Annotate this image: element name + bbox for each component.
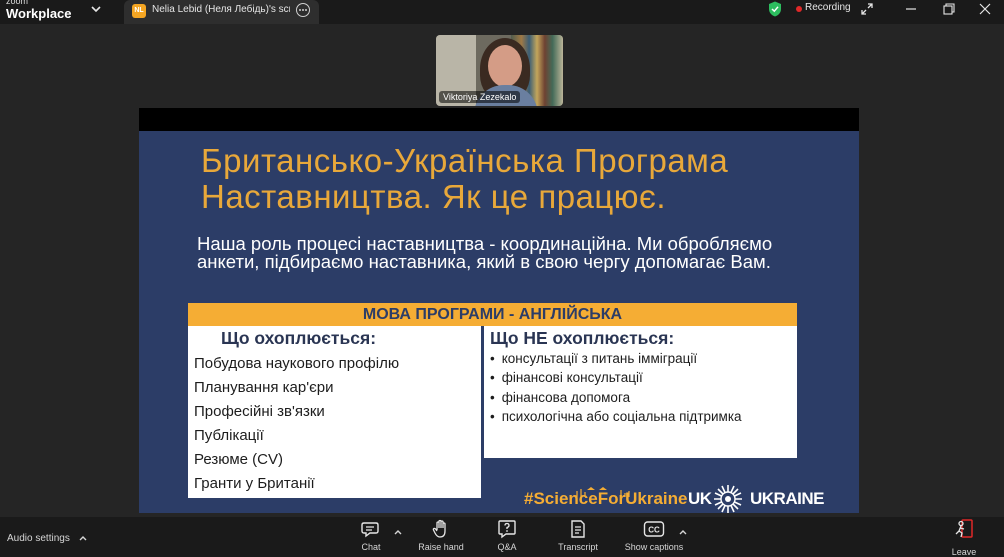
presenter-avatar: NL	[132, 4, 146, 18]
list-item: консультації з питань імміграції	[490, 351, 742, 370]
list-item: Публікації	[194, 427, 264, 444]
list-item: фінансова допомога	[490, 390, 742, 409]
share-letterbox	[139, 108, 859, 132]
leave-icon	[955, 519, 973, 538]
close-icon[interactable]	[978, 2, 992, 16]
chevron-up-icon[interactable]	[78, 533, 88, 543]
language-banner: МОВА ПРОГРАМИ - АНГЛІЙСЬКА	[188, 303, 797, 326]
qa-icon	[498, 520, 516, 539]
covered-list: Побудова наукового профілю Планування ка…	[194, 354, 399, 498]
app-brand: zoom Workplace	[6, 0, 72, 20]
chevron-up-icon[interactable]	[678, 527, 688, 537]
list-item: Гранти у Британії	[194, 475, 315, 492]
chat-icon	[361, 522, 379, 538]
not-covered-list: консультації з питань імміграції фінансо…	[490, 351, 742, 428]
transcript-button[interactable]: Transcript	[548, 519, 608, 553]
slide-title: Британсько-Українська Програма Наставниц…	[201, 143, 841, 215]
restore-icon[interactable]	[942, 2, 956, 16]
shield-check-icon[interactable]	[768, 1, 782, 17]
more-options-icon[interactable]	[296, 3, 310, 17]
list-item: фінансові консультації	[490, 370, 742, 389]
shared-slide: Британсько-Українська Програма Наставниц…	[139, 131, 859, 513]
screen-share-tab[interactable]: NL Nelia Lebid (Неля Лебідь)'s screer	[124, 0, 319, 24]
participant-name: Viktoriya Zezekalo	[439, 91, 521, 103]
audio-settings-button[interactable]: Audio settings	[7, 533, 70, 544]
list-item: Планування кар'єри	[194, 379, 334, 396]
list-item: Побудова наукового профілю	[194, 355, 400, 372]
slide-title-line: Наставництва. Як це працює.	[201, 178, 667, 215]
ukraine-logo-text: UKRAINE	[750, 489, 824, 508]
not-covered-heading: Що НЕ охоплюється:	[490, 328, 675, 348]
share-tab-title: Nelia Lebid (Неля Лебідь)'s screer	[152, 4, 290, 15]
raise-hand-button[interactable]: Raise hand	[411, 519, 471, 553]
sunflower-emblem-icon	[714, 485, 742, 513]
list-item: Резюме (CV)	[194, 451, 283, 468]
leave-label: Leave	[951, 547, 977, 557]
fullscreen-icon[interactable]	[860, 2, 874, 16]
cc-icon: CC	[643, 521, 665, 537]
brand-large: Workplace	[6, 6, 72, 21]
video-person-face	[488, 45, 522, 87]
show-captions-button[interactable]: CC Show captions	[624, 519, 684, 553]
slide-intro-text: Наша роль процесі наставництва - координ…	[197, 233, 773, 272]
minimize-icon[interactable]	[904, 2, 918, 16]
chevron-down-icon[interactable]	[90, 3, 102, 15]
covered-heading: Що охоплюється:	[221, 328, 377, 348]
not-covered-list-panel: Що НЕ охоплюється: консультації з питань…	[484, 326, 797, 458]
title-bar: zoom Workplace NL Nelia Lebid (Неля Лебі…	[0, 0, 1004, 24]
chat-button[interactable]: Chat	[341, 519, 401, 553]
qa-button[interactable]: Q&A	[477, 519, 537, 553]
hand-icon	[432, 519, 446, 538]
recording-label[interactable]: Recording	[805, 2, 851, 13]
list-item: психологічна або соціальна підтримка	[490, 409, 742, 428]
participant-video[interactable]: Viktoriya Zezekalo	[436, 35, 563, 106]
leave-button[interactable]: Leave	[942, 519, 986, 557]
transcript-icon	[571, 520, 585, 538]
covered-list-panel: Що охоплюється: Побудова наукового профі…	[188, 326, 481, 498]
recording-indicator-icon	[796, 6, 802, 12]
list-item: Професійні зв'язки	[194, 403, 325, 420]
chevron-up-icon[interactable]	[393, 527, 403, 537]
slide-title-line: Британсько-Українська Програма	[201, 142, 729, 179]
hashtag-logo: #ScienceForUkraine	[524, 489, 688, 508]
meeting-toolbar: Audio settings Chat Raise hand Q&A Trans…	[0, 517, 1004, 557]
cc-icon-text: CC	[648, 526, 660, 535]
uk-logo-text: UK	[688, 489, 712, 508]
